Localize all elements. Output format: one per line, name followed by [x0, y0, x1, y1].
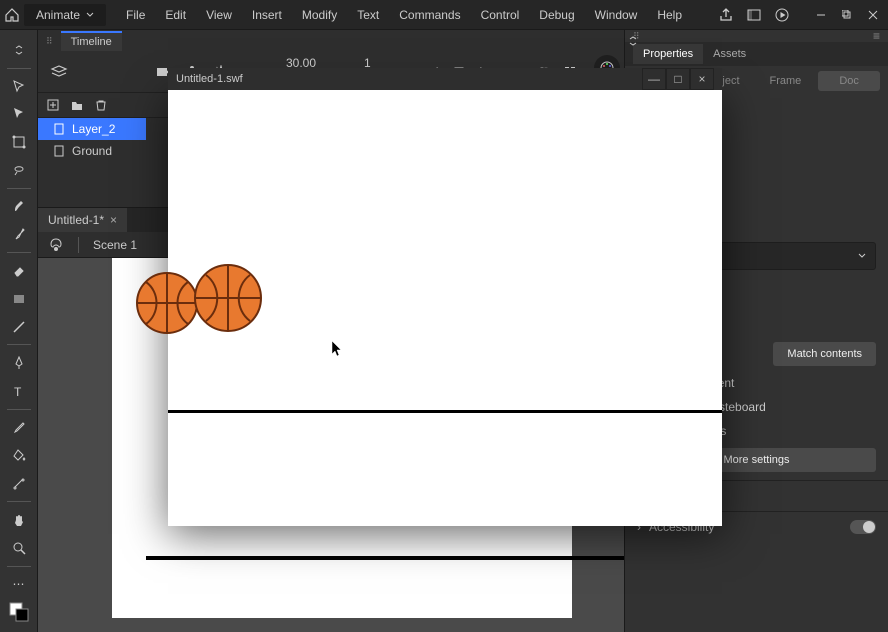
menu-insert[interactable]: Insert [244, 4, 290, 26]
tab-assets[interactable]: Assets [703, 44, 756, 64]
share-icon[interactable] [718, 7, 734, 23]
cursor-icon [331, 340, 345, 358]
menu-control[interactable]: Control [473, 4, 528, 26]
document-tab-label: Untitled-1* [48, 213, 104, 227]
chevron-down-icon [86, 11, 94, 19]
timeline-tab[interactable]: Timeline [61, 31, 122, 51]
layer-row-ground[interactable]: Ground [38, 140, 146, 162]
preview-title: Untitled-1.swf [176, 73, 243, 85]
line-tool-icon[interactable] [5, 313, 33, 341]
menu-debug[interactable]: Debug [531, 4, 582, 26]
panel-expand-icon[interactable] [628, 36, 640, 48]
panel-tabs: Properties Assets [625, 42, 888, 66]
bone-tool-icon[interactable] [5, 469, 33, 497]
delete-layer-icon[interactable] [94, 98, 108, 112]
match-contents-button[interactable]: Match contents [773, 342, 876, 366]
preview-ground-line [168, 410, 722, 413]
play-icon[interactable] [774, 7, 790, 23]
seg-frame[interactable]: Frame [755, 71, 817, 91]
scene-icon[interactable] [48, 237, 64, 253]
home-icon[interactable] [4, 7, 20, 23]
selection-tool-icon[interactable] [5, 73, 33, 101]
seg-doc[interactable]: Doc [818, 71, 880, 91]
top-menubar: Animate File Edit View Insert Modify Tex… [0, 0, 888, 30]
preview-close-icon[interactable]: × [690, 68, 714, 90]
window-close[interactable] [862, 7, 884, 23]
layer-name: Ground [72, 144, 112, 158]
app-switcher[interactable]: Animate [24, 4, 106, 26]
brush-tool-icon[interactable] [5, 193, 33, 221]
basketball-left-partial [134, 270, 200, 336]
ground-shape[interactable] [146, 556, 624, 560]
tab-properties[interactable]: Properties [633, 44, 703, 64]
menu-modify[interactable]: Modify [294, 4, 345, 26]
menu-help[interactable]: Help [649, 4, 690, 26]
preview-window-titlebar[interactable]: Untitled-1.swf — □ × [168, 68, 722, 90]
dock-toggle-icon[interactable] [5, 36, 33, 64]
subselection-tool-icon[interactable] [5, 100, 33, 128]
new-folder-icon[interactable] [70, 98, 84, 112]
timeline-tab-bar: ⠿ Timeline [38, 30, 624, 52]
window-minimize[interactable] [810, 7, 832, 23]
window-restore[interactable] [836, 7, 858, 23]
menu-text[interactable]: Text [349, 4, 387, 26]
layout-icon[interactable] [746, 7, 762, 23]
layer-list: Layer_2 Ground [38, 118, 146, 162]
preview-window [168, 90, 722, 526]
app-name: Animate [36, 8, 80, 22]
menu-file[interactable]: File [118, 4, 153, 26]
menu-view[interactable]: View [198, 4, 240, 26]
more-tools-icon[interactable]: ⋯ [5, 570, 33, 598]
preview-maximize-icon[interactable]: □ [666, 68, 690, 90]
layer-row-layer2[interactable]: Layer_2 [38, 118, 146, 140]
new-layer-icon[interactable] [46, 98, 60, 112]
paint-brush-tool-icon[interactable] [5, 220, 33, 248]
text-tool-icon[interactable]: T [5, 377, 33, 405]
eraser-tool-icon[interactable] [5, 257, 33, 285]
preview-minimize-icon[interactable]: — [642, 68, 666, 90]
scene-label[interactable]: Scene 1 [93, 238, 137, 252]
hand-tool-icon[interactable] [5, 506, 33, 534]
menu-commands[interactable]: Commands [391, 4, 468, 26]
close-icon[interactable]: × [110, 213, 117, 227]
zoom-tool-icon[interactable] [5, 534, 33, 562]
eyedropper-tool-icon[interactable] [5, 414, 33, 442]
panel-grip-icon[interactable]: ⠿ [46, 36, 53, 47]
free-transform-tool-icon[interactable] [5, 128, 33, 156]
svg-text:T: T [14, 385, 22, 398]
page-icon [52, 122, 66, 136]
swatch-icon[interactable] [5, 598, 33, 626]
accessibility-toggle[interactable] [850, 520, 876, 534]
rectangle-tool-icon[interactable] [5, 285, 33, 313]
basketball-main [192, 262, 264, 334]
lasso-tool-icon[interactable] [5, 156, 33, 184]
document-tab[interactable]: Untitled-1* × [38, 208, 127, 232]
menu-edit[interactable]: Edit [157, 4, 194, 26]
paint-bucket-tool-icon[interactable] [5, 442, 33, 470]
layer-name: Layer_2 [72, 122, 115, 136]
layers-icon[interactable] [50, 63, 68, 81]
tools-panel: T ⋯ [0, 30, 38, 632]
page-icon [52, 144, 66, 158]
menu-window[interactable]: Window [587, 4, 646, 26]
pen-tool-icon[interactable] [5, 349, 33, 377]
